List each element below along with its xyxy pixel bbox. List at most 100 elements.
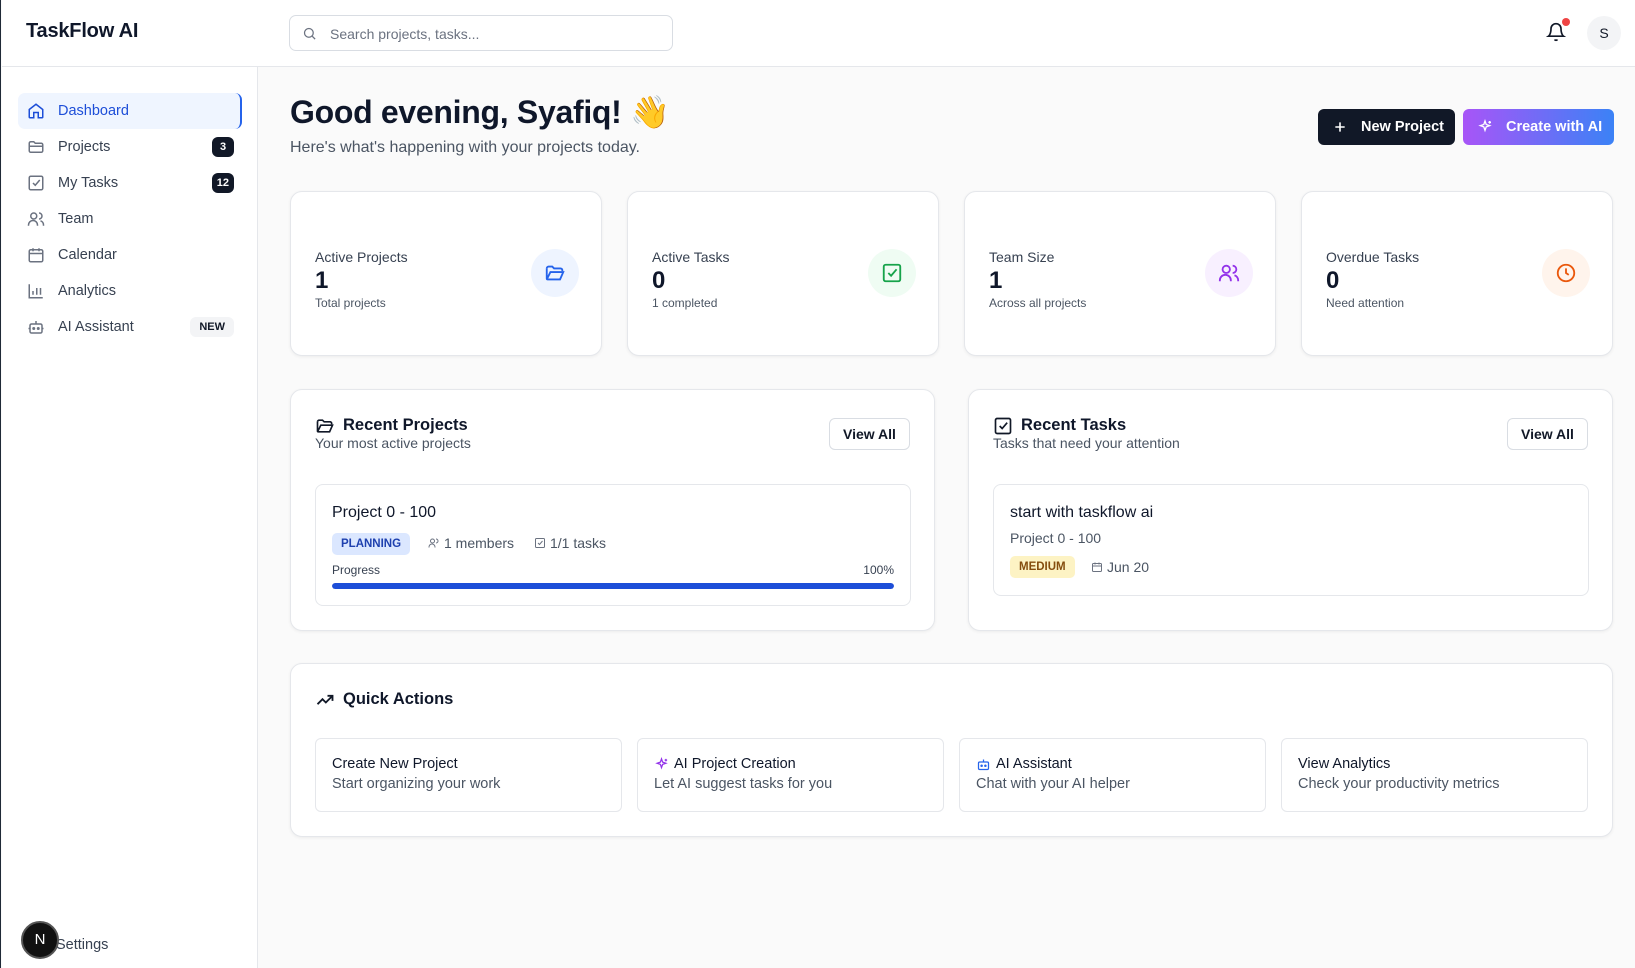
quick-actions-card: Quick Actions Create New Project Start o…	[290, 663, 1613, 837]
stat-subtext: Total projects	[315, 296, 386, 310]
quick-action-ai-assistant[interactable]: AI Assistant Chat with your AI helper	[959, 738, 1266, 812]
count-badge: 3	[212, 137, 234, 157]
quick-action-title: Create New Project	[332, 756, 458, 772]
sidebar-item-dashboard[interactable]: Dashboard	[18, 93, 242, 129]
sparkles-icon	[655, 757, 668, 770]
sidebar-item-label: Team	[58, 211, 94, 227]
project-name: Project 0 - 100	[332, 504, 437, 521]
search-input[interactable]: Search projects, tasks...	[289, 15, 673, 51]
progress-percent: 100%	[863, 563, 894, 577]
sidebar-item-label: Analytics	[58, 283, 117, 299]
trending-up-icon	[316, 694, 334, 705]
sidebar-item-label: AI Assistant	[58, 319, 134, 335]
check-square-icon	[994, 417, 1012, 435]
task-project: Project 0 - 100	[1010, 530, 1102, 546]
stat-card-active-tasks: Active Tasks 0 1 completed	[627, 191, 939, 356]
app-title: TaskFlow AI	[26, 20, 139, 42]
quick-action-subtitle: Let AI suggest tasks for you	[654, 776, 833, 792]
notification-dot	[1562, 18, 1570, 26]
stat-label: Overdue Tasks	[1326, 249, 1420, 265]
stat-value: 0	[652, 267, 666, 294]
view-all-tasks-button[interactable]: View All	[1507, 418, 1588, 450]
stat-card-active-projects: Active Projects 1 Total projects	[290, 191, 602, 356]
quick-action-subtitle: Check your productivity metrics	[1298, 776, 1500, 792]
create-with-ai-button[interactable]: Create with AI	[1463, 109, 1614, 145]
top-bar: TaskFlow AI Search projects, tasks... S	[2, 0, 1635, 67]
quick-action-ai-project-creation[interactable]: AI Project Creation Let AI suggest tasks…	[637, 738, 944, 812]
stat-label: Active Projects	[315, 249, 408, 265]
folder-open-icon	[316, 419, 334, 433]
page-subtitle: Here's what's happening with your projec…	[290, 139, 640, 156]
stat-label: Active Tasks	[652, 249, 730, 265]
stat-label: Team Size	[989, 249, 1055, 265]
progress-label: Progress	[332, 563, 381, 577]
check-square-icon	[535, 538, 545, 548]
stat-icon-circle	[1205, 249, 1253, 297]
due-date-text: Jun 20	[1107, 559, 1150, 575]
sidebar-item-label: Projects	[58, 139, 111, 155]
quick-action-subtitle: Start organizing your work	[332, 776, 501, 792]
users-icon	[428, 538, 439, 548]
quick-action-create-project[interactable]: Create New Project Start organizing your…	[315, 738, 622, 812]
check-square-icon	[882, 263, 902, 283]
calendar-icon	[1092, 562, 1102, 572]
tasks-count: 1/1 tasks	[550, 535, 607, 551]
stat-value: 0	[1326, 267, 1340, 294]
task-name: start with taskflow ai	[1010, 504, 1154, 521]
quick-action-title: View Analytics	[1298, 756, 1391, 772]
stat-icon-circle	[1542, 249, 1590, 297]
sparkles-icon	[1478, 119, 1492, 133]
recent-tasks-title: Recent Tasks	[1021, 416, 1127, 434]
quick-action-title: AI Project Creation	[674, 756, 796, 772]
bar-chart-icon	[28, 284, 43, 299]
recent-projects-subtitle: Your most active projects	[315, 435, 471, 451]
plus-icon	[1335, 122, 1345, 132]
sidebar-item-ai-assistant[interactable]: AI Assistant NEW	[18, 309, 242, 345]
folder-open-icon	[545, 265, 565, 281]
sidebar-item-my-tasks[interactable]: My Tasks 12	[18, 165, 242, 201]
stat-subtext: Across all projects	[989, 296, 1087, 310]
quick-action-title: AI Assistant	[996, 756, 1072, 772]
count-badge: 12	[211, 173, 234, 193]
sidebar-item-team[interactable]: Team	[18, 201, 242, 237]
create-with-ai-label: Create with AI	[1506, 119, 1603, 135]
search-icon	[303, 27, 316, 40]
user-avatar[interactable]: S	[1587, 16, 1621, 50]
task-item[interactable]: start with taskflow ai Project 0 - 100 M…	[993, 484, 1589, 596]
sidebar-item-analytics[interactable]: Analytics	[18, 273, 242, 309]
recent-projects-card: Recent Projects Your most active project…	[290, 389, 935, 631]
sidebar-item-settings[interactable]: Settings	[56, 937, 108, 953]
recent-projects-title: Recent Projects	[343, 416, 468, 434]
clock-icon	[1556, 263, 1576, 283]
stat-icon-circle	[868, 249, 916, 297]
new-project-label: New Project	[1361, 119, 1444, 135]
status-badge: PLANNING	[332, 533, 411, 555]
users-icon	[27, 212, 45, 226]
bot-icon	[977, 759, 990, 771]
home-icon	[28, 103, 44, 119]
view-all-projects-button[interactable]: View All	[829, 418, 910, 450]
search-placeholder: Search projects, tasks...	[330, 26, 480, 42]
stat-value: 1	[315, 267, 329, 294]
users-icon	[1218, 264, 1240, 282]
progress-fill	[332, 583, 894, 589]
quick-action-subtitle: Chat with your AI helper	[976, 776, 1130, 792]
stat-icon-circle	[531, 249, 579, 297]
stat-card-overdue-tasks: Overdue Tasks 0 Need attention	[1301, 191, 1613, 356]
bot-icon	[28, 321, 44, 334]
recent-tasks-subtitle: Tasks that need your attention	[993, 435, 1180, 451]
stat-subtext: Need attention	[1326, 296, 1405, 310]
sidebar-item-calendar[interactable]: Calendar	[18, 237, 242, 273]
members-count: 1 members	[444, 535, 515, 551]
folder-icon	[28, 141, 44, 153]
app-window: TaskFlow AI Search projects, tasks... S …	[0, 0, 1635, 968]
quick-action-view-analytics[interactable]: View Analytics Check your productivity m…	[1281, 738, 1588, 812]
dev-tools-badge[interactable]: N	[21, 921, 59, 959]
page-title: Good evening, Syafiq! 👋	[290, 94, 670, 130]
stat-subtext: 1 completed	[652, 296, 718, 310]
new-project-button[interactable]: New Project	[1318, 109, 1455, 145]
project-item[interactable]: Project 0 - 100 PLANNING 1 members 1/1 t…	[315, 484, 911, 606]
sidebar-item-projects[interactable]: Projects 3	[18, 129, 242, 165]
calendar-icon	[28, 248, 44, 263]
quick-actions-title: Quick Actions	[343, 690, 454, 708]
